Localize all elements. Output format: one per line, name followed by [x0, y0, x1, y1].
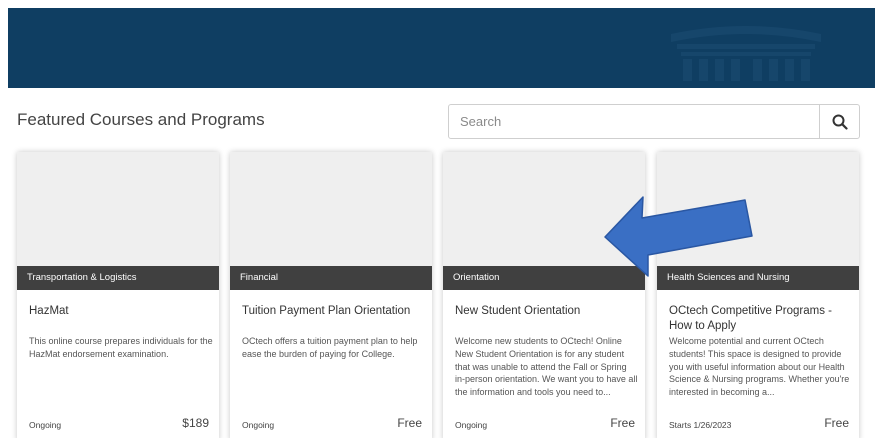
course-image	[657, 152, 859, 266]
course-description: This online course prepares individuals …	[29, 336, 213, 359]
course-description: OCtech offers a tuition payment plan to …	[242, 336, 418, 359]
search-icon	[832, 114, 848, 130]
course-title[interactable]: OCtech Competitive Programs - How to App…	[669, 304, 851, 334]
search-button[interactable]	[819, 105, 859, 138]
course-card[interactable]: Health Sciences and Nursing OCtech Compe…	[657, 152, 859, 438]
course-status: Starts 1/26/2023	[669, 420, 732, 430]
course-card[interactable]: Orientation New Student Orientation Welc…	[443, 152, 645, 438]
course-price: Free	[610, 416, 635, 430]
search-input[interactable]	[449, 105, 819, 138]
course-status: Ongoing	[242, 420, 275, 430]
page-title: Featured Courses and Programs	[17, 110, 265, 129]
course-price: Free	[824, 416, 849, 430]
course-description: Welcome new students to OCtech! Online N…	[455, 336, 638, 398]
course-card[interactable]: Transportation & Logistics HazMat This o…	[17, 152, 219, 438]
course-category: Health Sciences and Nursing	[657, 266, 859, 290]
course-title[interactable]: Tuition Payment Plan Orientation	[242, 304, 424, 319]
course-category: Financial	[230, 266, 432, 290]
course-description: Welcome potential and current OCtech stu…	[669, 336, 850, 398]
course-card-list: Transportation & Logistics HazMat This o…	[17, 152, 860, 438]
top-frame	[0, 0, 875, 8]
course-card[interactable]: Financial Tuition Payment Plan Orientati…	[230, 152, 432, 438]
campus-building-logo	[671, 26, 821, 81]
course-status: Ongoing	[29, 420, 62, 430]
header-banner	[8, 8, 875, 88]
course-image	[17, 152, 219, 266]
course-title[interactable]: New Student Orientation	[455, 304, 637, 319]
course-status: Ongoing	[455, 420, 488, 430]
search-box	[448, 104, 860, 139]
course-image	[230, 152, 432, 266]
course-price: $189	[182, 416, 209, 430]
course-image	[443, 152, 645, 266]
course-category: Orientation	[443, 266, 645, 290]
course-title[interactable]: HazMat	[29, 304, 211, 319]
course-price: Free	[397, 416, 422, 430]
course-category: Transportation & Logistics	[17, 266, 219, 290]
